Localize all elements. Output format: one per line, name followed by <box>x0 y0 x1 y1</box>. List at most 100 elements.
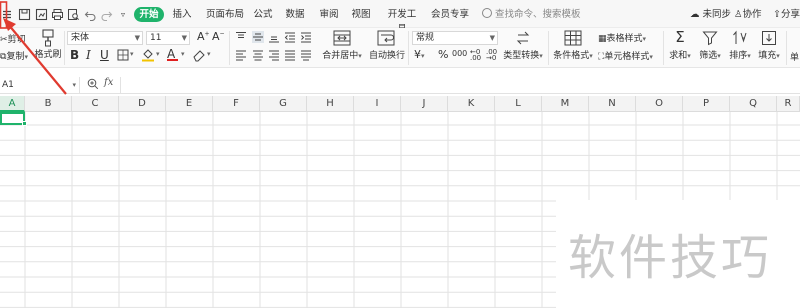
number-format-select[interactable]: 常规 ▼ <box>412 31 498 45</box>
type-convert-button[interactable]: 类型转换▾ <box>503 30 543 61</box>
tab-formulas[interactable]: 公式 <box>252 7 274 22</box>
filter-button[interactable]: 筛选▾ <box>697 30 723 61</box>
clear-format-button[interactable] <box>192 48 206 62</box>
chevron-down-icon[interactable]: ▾ <box>130 49 134 59</box>
fx-icon[interactable]: fx <box>104 77 113 88</box>
filter-label: 筛选 <box>699 51 718 61</box>
tab-member[interactable]: 会员专享 <box>430 7 470 22</box>
wrap-text-button[interactable]: 自动换行 <box>369 30 406 61</box>
zoom-icon[interactable] <box>87 78 99 90</box>
column-header-d[interactable]: D <box>119 96 166 112</box>
bold-button[interactable]: B <box>70 48 79 62</box>
distributed-align-icon[interactable] <box>300 49 312 61</box>
print-preview-icon[interactable] <box>66 7 80 21</box>
tab-home[interactable]: 开始 <box>134 7 164 22</box>
sync-status[interactable]: ☁ 未同步 <box>690 7 731 22</box>
currency-button[interactable]: ¥▾ <box>414 48 425 61</box>
search-icon <box>482 8 492 18</box>
column-header-i[interactable]: I <box>354 96 401 112</box>
collab-button[interactable]: ♙协作 <box>734 7 762 22</box>
undo-icon[interactable] <box>83 7 97 21</box>
fill-button[interactable]: 填充▾ <box>756 30 782 61</box>
wrap-text-label: 自动换行 <box>369 51 406 61</box>
column-header-h[interactable]: H <box>307 96 354 112</box>
cell-style-button[interactable]: ⛶单元格样式▾ <box>598 49 653 62</box>
column-header-p[interactable]: P <box>683 96 730 112</box>
redo-icon[interactable] <box>99 7 113 21</box>
indent-decrease-icon[interactable] <box>284 31 296 43</box>
export-pdf-icon[interactable] <box>34 7 48 21</box>
column-header-f[interactable]: F <box>213 96 260 112</box>
print-icon[interactable] <box>50 7 64 21</box>
align-top-icon[interactable] <box>235 31 247 43</box>
chevron-down-icon[interactable]: ▾ <box>181 49 185 59</box>
table-style-button[interactable]: ▦表格样式▾ <box>598 31 646 44</box>
align-left-icon[interactable] <box>235 49 247 61</box>
merge-center-button[interactable]: 合并居中▾ <box>322 30 362 61</box>
column-header-r[interactable]: R <box>777 96 800 112</box>
share-button[interactable]: ⇪分享 <box>773 7 800 22</box>
format-painter-button[interactable]: 格式刷 <box>34 29 62 60</box>
fill-color-button[interactable] <box>141 48 155 62</box>
column-header-n[interactable]: N <box>589 96 636 112</box>
column-header-o[interactable]: O <box>636 96 683 112</box>
column-header-g[interactable]: G <box>260 96 307 112</box>
sort-button[interactable]: 排序▾ <box>727 30 753 61</box>
wrap-text-icon <box>377 30 395 46</box>
column-header-c[interactable]: C <box>72 96 119 112</box>
decrease-decimal-icon[interactable]: .00 →0 <box>486 49 497 62</box>
underline-button[interactable]: U <box>100 48 109 62</box>
column-header-m[interactable]: M <box>542 96 589 112</box>
borders-button[interactable] <box>117 49 129 61</box>
name-box[interactable]: A1 ▾ <box>0 77 80 93</box>
command-search[interactable]: 查找命令、搜索模板 <box>482 7 581 22</box>
font-name-select[interactable]: 宋体 ▼ <box>67 31 143 45</box>
tab-developer[interactable]: 开发工具 <box>384 7 420 35</box>
font-color-button[interactable]: A <box>167 47 178 61</box>
column-header-b[interactable]: B <box>25 96 72 112</box>
chevron-down-icon[interactable]: ▾ <box>207 49 211 59</box>
save-icon[interactable] <box>17 7 31 21</box>
thousands-button[interactable]: 000 <box>452 49 467 58</box>
align-middle-icon[interactable] <box>252 31 264 43</box>
column-header-e[interactable]: E <box>166 96 213 112</box>
font-size-select[interactable]: 11 ▼ <box>146 31 190 45</box>
formula-input[interactable] <box>120 77 800 93</box>
sync-label: 未同步 <box>702 9 732 20</box>
increase-font-icon[interactable]: A+ <box>197 30 210 43</box>
ribbon-divider <box>64 31 65 65</box>
tab-review[interactable]: 审阅 <box>318 7 340 22</box>
table-style-icon: ▦ <box>598 34 607 44</box>
paint-bucket-icon <box>142 49 154 62</box>
increase-decimal-icon[interactable]: ←0.00 <box>470 49 481 62</box>
menu-toggle-icon[interactable] <box>1 7 13 21</box>
cut-button[interactable]: ✂剪切 <box>0 32 26 45</box>
chevron-down-icon[interactable]: ▾ <box>156 49 160 59</box>
percent-button[interactable]: % <box>438 48 448 61</box>
column-header-j[interactable]: J <box>401 96 448 112</box>
column-header-a[interactable]: A <box>0 96 25 112</box>
tab-view[interactable]: 视图 <box>350 7 372 22</box>
copy-button[interactable]: ⧉复制▾ <box>0 49 28 62</box>
indent-increase-icon[interactable] <box>300 31 312 43</box>
decrease-font-icon[interactable]: A− <box>212 30 225 43</box>
column-header-q[interactable]: Q <box>730 96 777 112</box>
sum-button[interactable]: Σ 求和▾ <box>668 29 692 62</box>
copy-label: 复制 <box>6 52 25 62</box>
fill-handle[interactable] <box>22 121 27 126</box>
tab-insert[interactable]: 插入 <box>170 7 194 22</box>
single-button[interactable]: 单 <box>790 50 799 63</box>
align-bottom-icon[interactable] <box>268 31 280 43</box>
align-center-icon[interactable] <box>252 49 264 61</box>
column-header-l[interactable]: L <box>495 96 542 112</box>
conditional-format-button[interactable]: 条件格式▾ <box>553 30 593 61</box>
ribbon-divider <box>663 31 664 65</box>
justify-icon[interactable] <box>284 49 296 61</box>
cell-style-label: 单元格样式 <box>604 52 650 62</box>
column-header-k[interactable]: K <box>448 96 495 112</box>
customize-dropdown-icon[interactable]: ▿ <box>116 7 130 21</box>
italic-button[interactable]: I <box>86 48 91 62</box>
align-right-icon[interactable] <box>268 49 280 61</box>
tab-data[interactable]: 数据 <box>284 7 306 22</box>
tab-page-layout[interactable]: 页面布局 <box>203 7 247 22</box>
